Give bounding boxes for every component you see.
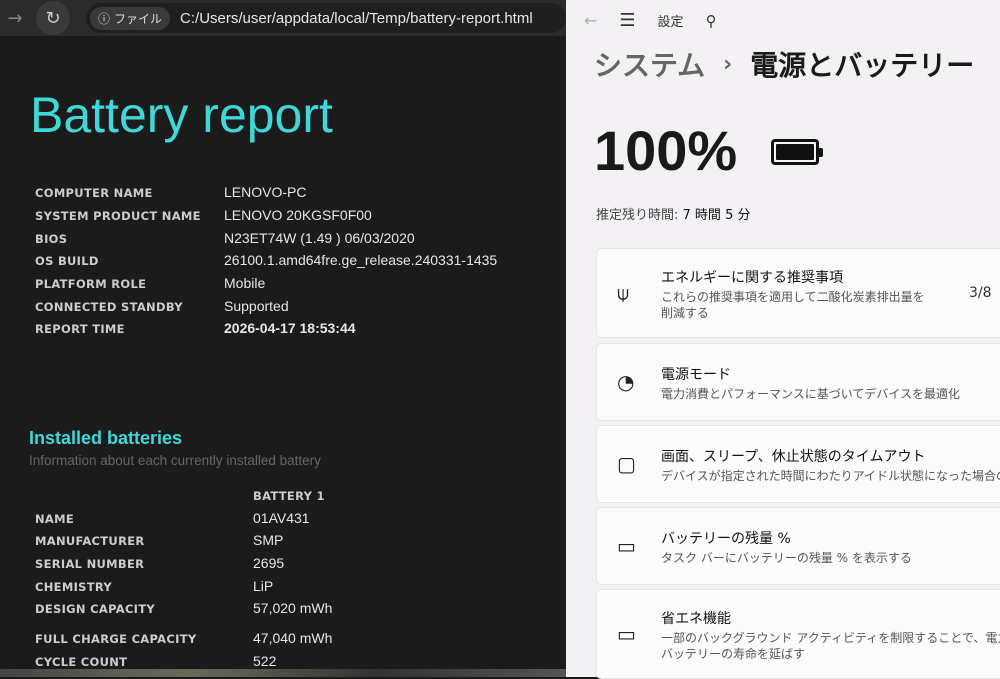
card-subtitle: タスク バーにバッテリーの残量 % を表示する: [661, 551, 912, 565]
battery-key: CHEMISTRY: [35, 580, 113, 594]
forward-button[interactable]: →: [0, 8, 30, 29]
settings-card[interactable]: ◔ 電源モード 電力消費とパフォーマンスに基づいてデバイスを最適化: [596, 343, 1000, 421]
battery-value: 2695: [253, 555, 285, 571]
settings-card[interactable]: ▭ 省エネ機能 一部のバックグラウンド アクティビティを制限することで、電力消費…: [596, 589, 1000, 679]
card-subtitle: これらの推奨事項を適用して二酸化炭素排出量を: [661, 290, 925, 304]
info-value: LENOVO-PC: [224, 184, 307, 200]
card-title: バッテリーの残量 %: [661, 531, 791, 547]
leaf-icon: ⍦: [617, 281, 629, 305]
info-key: REPORT TIME: [35, 322, 125, 336]
energy-saver-icon: ▭: [617, 622, 636, 646]
breadcrumb: システム › 電源とバッテリー: [594, 44, 974, 84]
browser-toolbar: → ↻ ⓘ ファイル C:/Users/user/appdata/local/Te…: [0, 0, 566, 36]
info-key: OS BUILD: [35, 254, 99, 268]
report-title: Battery report: [30, 87, 333, 143]
card-title: 省エネ機能: [661, 611, 731, 627]
battery-key: CYCLE COUNT: [35, 655, 128, 669]
info-value: 26100.1.amd64fre.ge_release.240331-1435: [224, 252, 498, 268]
battery-value: 47,040 mWh: [253, 630, 333, 646]
card-value: 3/8: [969, 285, 992, 301]
battery-key: MANUFACTURER: [35, 534, 145, 548]
settings-card[interactable]: ⍦ エネルギーに関する推奨事項 これらの推奨事項を適用して二酸化炭素排出量を 削減…: [596, 248, 1000, 338]
desktop-strip: [0, 669, 566, 677]
settings-card[interactable]: ▭ バッテリーの残量 % タスク バーにバッテリーの残量 % を表示する: [596, 507, 1000, 585]
battery-key: FULL CHARGE CAPACITY: [35, 632, 197, 646]
settings-card[interactable]: ▢ 画面、スリープ、休止状態のタイムアウト デバイスが指定された時間にわたりアイ…: [596, 425, 1000, 503]
app-title: 設定: [657, 15, 684, 30]
battery-key: NAME: [35, 512, 75, 526]
info-value: Supported: [224, 298, 289, 314]
menu-button[interactable]: ☰: [619, 10, 635, 31]
estimated-time: 推定残り時間: 7 時間 5 分: [596, 204, 750, 223]
card-subtitle-line2: 削減する: [661, 306, 710, 320]
battery-value: SMP: [253, 532, 284, 548]
battery-percent: 100%: [594, 119, 738, 182]
card-title: エネルギーに関する推奨事項: [661, 270, 843, 286]
battery-report-window: → ↻ ⓘ ファイル C:/Users/user/appdata/local/Te…: [0, 0, 566, 677]
info-key: CONNECTED STANDBY: [35, 300, 183, 314]
estimate-label: 推定残り時間:: [596, 208, 679, 223]
info-value: 2026-04-17 18:53:44: [224, 320, 356, 336]
battery-icon: [771, 139, 823, 165]
back-button[interactable]: ←: [584, 11, 597, 30]
url-text[interactable]: C:/Users/user/appdata/local/Temp/battery…: [180, 10, 533, 27]
battery-column-header: BATTERY 1: [253, 489, 325, 503]
installed-batteries-subtitle: Information about each currently install…: [29, 453, 321, 468]
info-icon: ⓘ: [98, 11, 111, 26]
battery-value: 01AV431: [253, 510, 310, 526]
info-value: Mobile: [224, 275, 266, 291]
info-value: N23ET74W (1.49 ) 06/03/2020: [224, 230, 415, 246]
info-value: LENOVO 20KGSF0F00: [224, 207, 372, 223]
chip-label: ファイル: [114, 11, 163, 26]
battery-value: 57,020 mWh: [253, 600, 333, 616]
settings-window: ← ☰ 設定 ⚲ システム › 電源とバッテリー 100% 推定残り時間: 7 …: [566, 0, 1000, 679]
breadcrumb-current: 電源とバッテリー: [750, 49, 975, 82]
info-key: COMPUTER NAME: [35, 186, 153, 200]
card-subtitle: 電力消費とパフォーマンスに基づいてデバイスを最適化: [661, 387, 961, 401]
screen-sleep-icon: ▢: [617, 452, 636, 476]
battery-percent-icon: ▭: [617, 534, 636, 558]
site-info-chip[interactable]: ⓘ ファイル: [90, 6, 171, 30]
battery-key: SERIAL NUMBER: [35, 557, 145, 571]
info-key: BIOS: [35, 232, 68, 246]
search-icon[interactable]: ⚲: [706, 12, 717, 30]
installed-batteries-heading: Installed batteries: [29, 428, 183, 448]
reload-button[interactable]: ↻: [36, 1, 70, 35]
estimate-value: 7 時間 5 分: [682, 208, 751, 223]
card-title: 画面、スリープ、休止状態のタイムアウト: [661, 449, 926, 465]
gauge-icon: ◔: [617, 370, 635, 394]
card-title: 電源モード: [661, 367, 731, 383]
address-bar[interactable]: ⓘ ファイル C:/Users/user/appdata/local/Temp/b…: [86, 3, 566, 33]
card-subtitle-line2: バッテリーの寿命を延ばす: [661, 647, 806, 661]
card-subtitle: デバイスが指定された時間にわたりアイドル状態になった場合の動: [661, 469, 1000, 483]
breadcrumb-separator: ›: [723, 51, 733, 77]
info-key: SYSTEM PRODUCT NAME: [35, 209, 201, 223]
card-subtitle: 一部のバックグラウンド アクティビティを制限することで、電力消費: [661, 631, 1000, 645]
battery-key: DESIGN CAPACITY: [35, 602, 156, 616]
battery-value: LiP: [253, 578, 274, 594]
battery-value: 522: [253, 653, 277, 669]
breadcrumb-system[interactable]: システム: [594, 44, 705, 84]
info-key: PLATFORM ROLE: [35, 277, 147, 291]
